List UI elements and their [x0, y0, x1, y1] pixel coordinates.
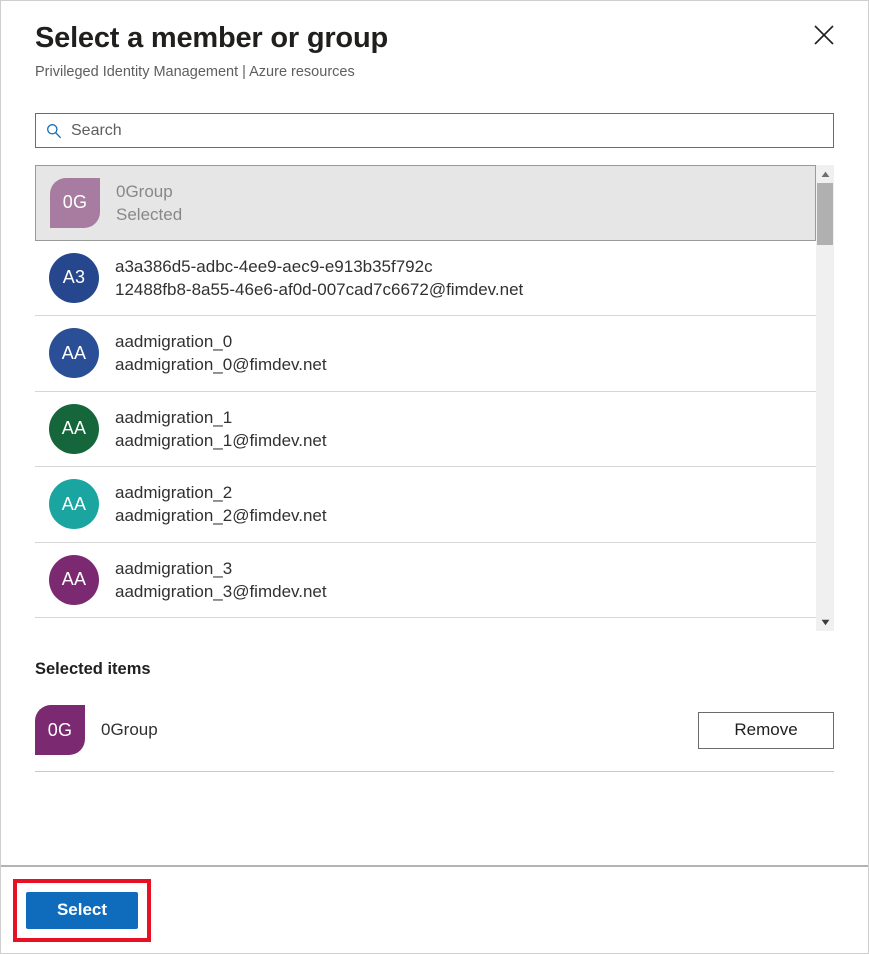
- scroll-up-button[interactable]: [816, 165, 834, 183]
- result-secondary-text: 12488fb8-8a55-46e6-af0d-007cad7c6672@fim…: [115, 278, 523, 301]
- breadcrumb: Privileged Identity Management | Azure r…: [35, 61, 834, 83]
- dialog-body: 0G0GroupSelectedA3a3a386d5-adbc-4ee9-aec…: [1, 83, 868, 865]
- dialog-footer: Select: [1, 865, 868, 953]
- result-row[interactable]: A3 a3a386d5-adbc-4ee9-aec9-e913b35f792c12…: [35, 241, 816, 317]
- select-button-highlight: Select: [13, 879, 151, 942]
- search-box[interactable]: [35, 113, 834, 148]
- close-icon: [813, 24, 835, 46]
- avatar: 0G: [50, 178, 100, 228]
- select-member-or-group-dialog: Select a member or group Privileged Iden…: [0, 0, 869, 954]
- avatar: AA: [49, 479, 99, 529]
- selected-items-heading: Selected items: [35, 660, 834, 679]
- result-row[interactable]: AA aadmigration_2aadmigration_2@fimdev.ne…: [35, 467, 816, 543]
- result-row-text: aadmigration_3aadmigration_3@fimdev.net: [115, 557, 327, 603]
- result-primary-text: 0Group: [116, 180, 182, 203]
- result-secondary-text: aadmigration_2@fimdev.net: [115, 504, 327, 527]
- result-primary-text: aadmigration_1: [115, 406, 327, 429]
- result-primary-text: aadmigration_2: [115, 481, 327, 504]
- chevron-down-icon: [821, 613, 830, 631]
- avatar: 0G: [35, 705, 85, 755]
- selected-items-list: 0G 0GroupRemove: [35, 679, 834, 772]
- result-secondary-text: aadmigration_0@fimdev.net: [115, 353, 327, 376]
- dialog-header: Select a member or group Privileged Iden…: [1, 1, 868, 83]
- result-secondary-text: aadmigration_1@fimdev.net: [115, 429, 327, 452]
- result-row-text: aadmigration_1aadmigration_1@fimdev.net: [115, 406, 327, 452]
- scroll-down-button[interactable]: [816, 613, 834, 631]
- remove-button[interactable]: Remove: [698, 712, 834, 749]
- result-row-text: a3a386d5-adbc-4ee9-aec9-e913b35f792c1248…: [115, 255, 523, 301]
- avatar: AA: [49, 404, 99, 454]
- close-button[interactable]: [806, 17, 842, 53]
- result-row-text: 0GroupSelected: [116, 180, 182, 226]
- search-icon: [46, 123, 62, 139]
- selected-item-name: 0Group: [101, 720, 698, 740]
- result-row[interactable]: 0G 0GroupSelected: [35, 165, 816, 241]
- select-button[interactable]: Select: [26, 892, 138, 929]
- result-row[interactable]: AA aadmigration_0aadmigration_0@fimdev.ne…: [35, 316, 816, 392]
- page-title: Select a member or group: [35, 19, 834, 57]
- results-panel: 0G 0GroupSelected A3 a3a386d5-adbc-4ee9-aec…: [35, 165, 834, 631]
- result-primary-text: aadmigration_3: [115, 557, 327, 580]
- scrollbar-track[interactable]: [816, 183, 834, 613]
- avatar: AA: [49, 328, 99, 378]
- result-primary-text: aadmigration_0: [115, 330, 327, 353]
- results-scrollbar[interactable]: [816, 165, 834, 631]
- avatar: A3: [49, 253, 99, 303]
- result-secondary-text: aadmigration_3@fimdev.net: [115, 580, 327, 603]
- selected-item-row: 0G 0GroupRemove: [35, 701, 834, 772]
- results-list[interactable]: 0G 0GroupSelected A3 a3a386d5-adbc-4ee9-aec…: [35, 165, 816, 631]
- result-primary-text: a3a386d5-adbc-4ee9-aec9-e913b35f792c: [115, 255, 523, 278]
- result-row-text: aadmigration_2aadmigration_2@fimdev.net: [115, 481, 327, 527]
- scrollbar-thumb[interactable]: [817, 183, 833, 245]
- result-row[interactable]: AA aadmigration_1aadmigration_1@fimdev.ne…: [35, 392, 816, 468]
- result-secondary-text: Selected: [116, 203, 182, 226]
- result-row-text: aadmigration_0aadmigration_0@fimdev.net: [115, 330, 327, 376]
- body-spacer: [35, 772, 834, 865]
- avatar: AA: [49, 555, 99, 605]
- search-input[interactable]: [71, 122, 825, 140]
- chevron-up-icon: [821, 165, 830, 183]
- result-row[interactable]: AA aadmigration_3aadmigration_3@fimdev.ne…: [35, 543, 816, 619]
